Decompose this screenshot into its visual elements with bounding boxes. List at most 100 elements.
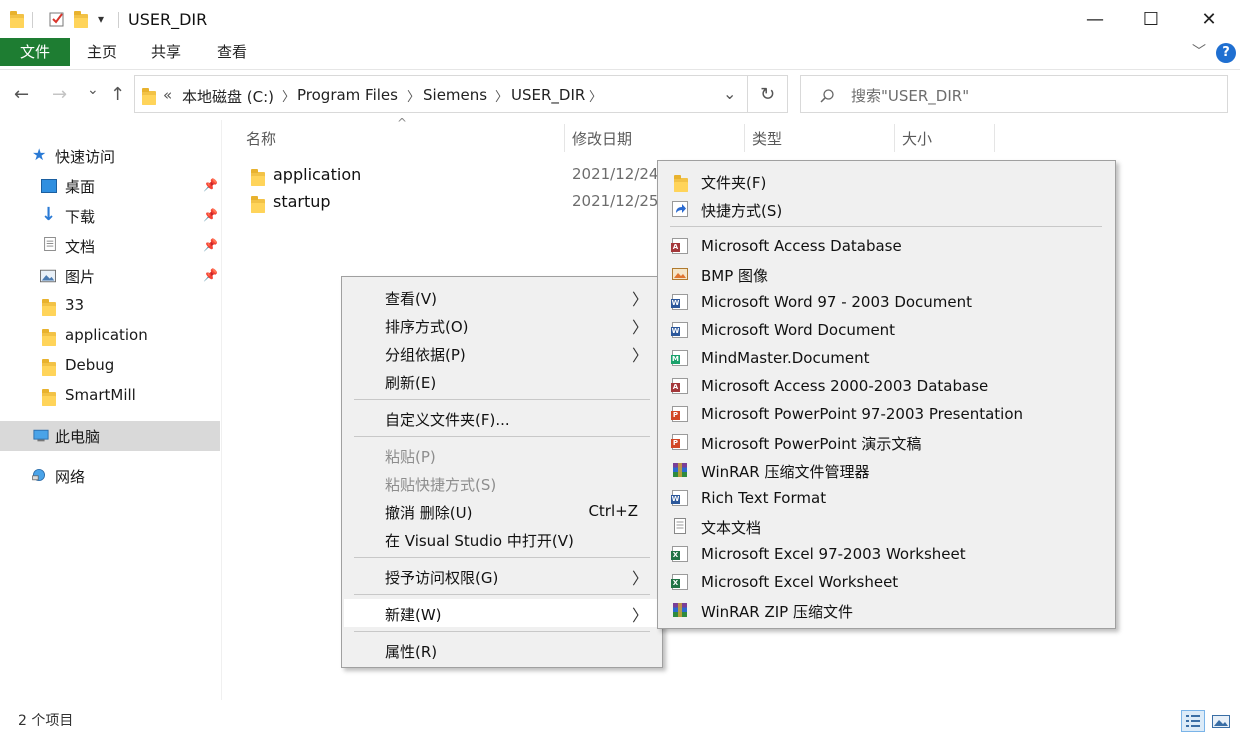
new-powerpoint-item[interactable]: P Microsoft PowerPoint 演示文稿 <box>660 428 1113 456</box>
address-dropdown-icon[interactable]: ⌄ <box>723 84 736 103</box>
new-folder-icon[interactable] <box>74 11 88 28</box>
help-icon[interactable]: ? <box>1216 43 1236 63</box>
back-button[interactable]: ← <box>14 84 29 105</box>
new-mindmaster-item[interactable]: M MindMaster.Document <box>660 344 1113 372</box>
new-excel-97-2003-item[interactable]: X Microsoft Excel 97-2003 Worksheet <box>660 540 1113 568</box>
menu-item-label: WinRAR 压缩文件管理器 <box>701 463 870 481</box>
menu-item-label: 属性(R) <box>385 643 438 661</box>
new-word-97-2003-item[interactable]: W Microsoft Word 97 - 2003 Document <box>660 288 1113 316</box>
breadcrumb-overflow[interactable]: « <box>163 86 172 104</box>
tab-home[interactable]: 主页 <box>78 38 126 66</box>
sidebar-item-this-pc[interactable]: 此电脑 <box>0 421 220 451</box>
pin-icon[interactable]: 📌 <box>203 238 218 252</box>
customize-quick-access-icon[interactable]: ▾ <box>98 12 104 30</box>
close-button[interactable]: ✕ <box>1180 0 1238 38</box>
menu-item-label: 刷新(E) <box>385 374 437 392</box>
new-rich-text-item[interactable]: W Rich Text Format <box>660 484 1113 512</box>
search-input[interactable]: 搜索"USER_DIR" <box>800 75 1228 113</box>
chevron-right-icon[interactable]: 〉 <box>495 86 508 105</box>
sidebar-item-downloads[interactable]: ↓ 下载 📌 <box>0 201 220 231</box>
new-winrar-zip-item[interactable]: WinRAR ZIP 压缩文件 <box>660 596 1113 624</box>
details-view-button[interactable] <box>1181 710 1205 732</box>
menu-item-refresh[interactable]: 刷新(E) <box>344 367 660 395</box>
sidebar-item-pictures[interactable]: 图片 📌 <box>0 261 220 291</box>
menu-item-paste-shortcut[interactable]: 粘贴快捷方式(S) <box>344 469 660 497</box>
properties-icon[interactable] <box>48 10 66 28</box>
pin-icon[interactable]: 📌 <box>203 178 218 192</box>
maximize-button[interactable]: ☐ <box>1122 0 1180 38</box>
refresh-button[interactable]: ↻ <box>748 75 788 113</box>
sidebar-item-desktop[interactable]: 桌面 📌 <box>0 171 220 201</box>
new-bmp-image-item[interactable]: BMP 图像 <box>660 260 1113 288</box>
new-word-document-item[interactable]: W Microsoft Word Document <box>660 316 1113 344</box>
new-shortcut-item[interactable]: 快捷方式(S) <box>660 195 1113 223</box>
context-menu: 查看(V) 〉 排序方式(O) 〉 分组依据(P) 〉 刷新(E) 自定义文件夹(F)… <box>341 276 663 668</box>
details-view-icon <box>1186 715 1200 727</box>
address-bar[interactable]: « 本地磁盘 (C:) 〉 Program Files 〉 Siemens 〉 … <box>134 75 748 113</box>
menu-separator <box>354 594 650 595</box>
folder-icon <box>251 196 265 213</box>
breadcrumb-siemens[interactable]: Siemens <box>423 86 487 104</box>
expand-ribbon-icon[interactable]: ﹀ <box>1192 41 1206 61</box>
menu-item-sort-by[interactable]: 排序方式(O) 〉 <box>344 311 660 339</box>
title-bar: ▾ USER_DIR — ☐ ✕ <box>0 0 1240 38</box>
chevron-right-icon: 〉 <box>631 569 648 588</box>
pin-icon[interactable]: 📌 <box>203 268 218 282</box>
network-icon <box>32 469 45 481</box>
menu-item-view[interactable]: 查看(V) 〉 <box>344 283 660 311</box>
menu-item-label: 在 Visual Studio 中打开(V) <box>385 532 574 550</box>
column-divider[interactable] <box>564 124 565 152</box>
chevron-right-icon[interactable]: 〉 <box>407 86 420 105</box>
column-divider[interactable] <box>744 124 745 152</box>
list-item[interactable]: application 2021/12/24 <box>240 163 670 189</box>
chevron-right-icon[interactable]: 〉 <box>589 86 602 105</box>
sidebar-item-documents[interactable]: 文档 📌 <box>0 231 220 261</box>
column-name[interactable]: 名称 <box>246 128 276 149</box>
forward-button[interactable]: → <box>52 84 67 105</box>
new-text-document-item[interactable]: 文本文档 <box>660 512 1113 540</box>
new-winrar-archive-item[interactable]: WinRAR 压缩文件管理器 <box>660 456 1113 484</box>
chevron-right-icon[interactable]: 〉 <box>282 86 295 105</box>
column-type[interactable]: 类型 <box>752 128 782 149</box>
pin-icon[interactable]: 📌 <box>203 208 218 222</box>
tab-share[interactable]: 共享 <box>142 38 190 66</box>
menu-item-label: 查看(V) <box>385 290 437 308</box>
new-excel-worksheet-item[interactable]: X Microsoft Excel Worksheet <box>660 568 1113 596</box>
breadcrumb-program-files[interactable]: Program Files <box>297 86 398 104</box>
menu-item-open-in-visual-studio[interactable]: 在 Visual Studio 中打开(V) <box>344 525 660 553</box>
menu-separator <box>354 399 650 400</box>
menu-item-undo-delete[interactable]: 撤消 删除(U) Ctrl+Z <box>344 497 660 525</box>
menu-item-properties[interactable]: 属性(R) <box>344 636 660 664</box>
column-size[interactable]: 大小 <box>902 128 932 149</box>
recent-locations-button[interactable]: ⌄ <box>87 82 99 98</box>
new-powerpoint-97-2003-item[interactable]: P Microsoft PowerPoint 97-2003 Presentat… <box>660 400 1113 428</box>
large-icons-view-button[interactable] <box>1209 710 1233 732</box>
sidebar-item-network[interactable]: 网络 <box>0 461 220 491</box>
column-date-modified[interactable]: 修改日期 <box>572 128 632 149</box>
up-button[interactable]: ↑ <box>110 84 125 105</box>
new-access-database-item[interactable]: A Microsoft Access Database <box>660 232 1113 260</box>
sidebar-item-application[interactable]: application <box>0 321 220 351</box>
breadcrumb-drive[interactable]: 本地磁盘 (C:) <box>182 86 274 107</box>
menu-item-paste[interactable]: 粘贴(P) <box>344 441 660 469</box>
minimize-button[interactable]: — <box>1066 0 1124 38</box>
sidebar-item-33[interactable]: 33 <box>0 291 220 321</box>
menu-item-give-access[interactable]: 授予访问权限(G) 〉 <box>344 562 660 590</box>
sidebar-item-label: 此电脑 <box>55 428 101 446</box>
menu-item-new[interactable]: 新建(W) 〉 <box>344 599 660 627</box>
menu-item-customize-folder[interactable]: 自定义文件夹(F)... <box>344 404 660 432</box>
sidebar-item-quick-access[interactable]: ★ 快速访问 <box>0 141 220 171</box>
breadcrumb-user-dir[interactable]: USER_DIR <box>511 86 585 104</box>
sidebar-item-smartmill[interactable]: SmartMill <box>0 381 220 411</box>
column-divider[interactable] <box>894 124 895 152</box>
tab-file[interactable]: 文件 <box>0 38 70 66</box>
list-item[interactable]: startup 2021/12/25 <box>240 190 670 216</box>
menu-separator <box>670 226 1102 227</box>
menu-item-group-by[interactable]: 分组依据(P) 〉 <box>344 339 660 367</box>
column-divider[interactable] <box>994 124 995 152</box>
new-folder-item[interactable]: 文件夹(F) <box>660 167 1113 195</box>
tab-view[interactable]: 查看 <box>208 38 256 66</box>
new-access-2000-2003-item[interactable]: A Microsoft Access 2000-2003 Database <box>660 372 1113 400</box>
menu-separator <box>354 436 650 437</box>
sidebar-item-debug[interactable]: Debug <box>0 351 220 381</box>
